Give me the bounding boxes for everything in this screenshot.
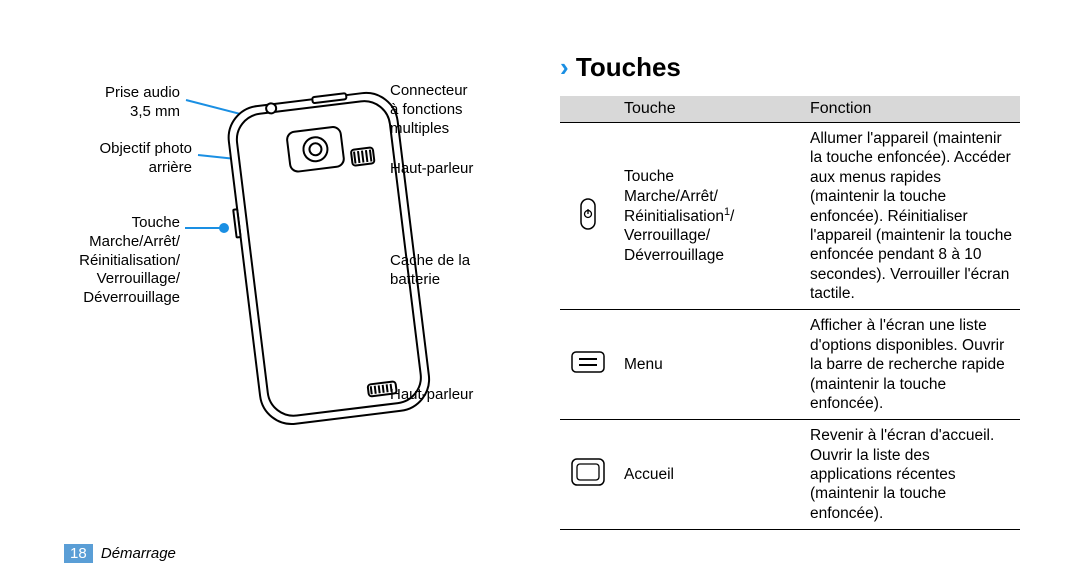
power-icon: [560, 123, 616, 310]
menu-icon: [560, 310, 616, 420]
label-speaker-top: Haut-parleur: [390, 160, 473, 179]
table-row: Accueil Revenir à l'écran d'accueil. Ouv…: [560, 420, 1020, 530]
key-name: ToucheMarche/Arrêt/Réinitialisation1/Ver…: [616, 123, 802, 310]
label-rear-camera: Objectif photoarrière: [60, 140, 192, 178]
key-name: Accueil: [616, 420, 802, 530]
table-row: ToucheMarche/Arrêt/Réinitialisation1/Ver…: [560, 123, 1020, 310]
device-diagram: Prise audio3,5 mm Objectif photoarrière …: [60, 70, 500, 510]
table-row: Menu Afficher à l'écran une liste d'opti…: [560, 310, 1020, 420]
key-fn: Afficher à l'écran une liste d'options d…: [802, 310, 1020, 420]
page-number: 18: [64, 544, 93, 563]
key-fn: Allumer l'appareil (maintenir la touche …: [802, 123, 1020, 310]
home-icon: [560, 420, 616, 530]
th-icon: [560, 96, 616, 123]
key-name: Menu: [616, 310, 802, 420]
th-key: Touche: [616, 96, 802, 123]
page-footer: 18 Démarrage: [64, 545, 176, 562]
keys-table: Touche Fonction ToucheMarche/Arrêt/Réini…: [560, 96, 1020, 530]
th-fn: Fonction: [802, 96, 1020, 123]
key-fn: Revenir à l'écran d'accueil. Ouvrir la l…: [802, 420, 1020, 530]
label-power-key: ToucheMarche/Arrêt/Réinitialisation/Verr…: [60, 214, 180, 308]
label-audio-jack: Prise audio3,5 mm: [60, 84, 180, 122]
label-battery-cover: Cache de labatterie: [390, 252, 470, 290]
label-connector: Connecteurà fonctionsmultiples: [390, 82, 468, 138]
footer-section: Démarrage: [101, 545, 176, 562]
label-speaker-bottom: Haut-parleur: [390, 386, 473, 405]
